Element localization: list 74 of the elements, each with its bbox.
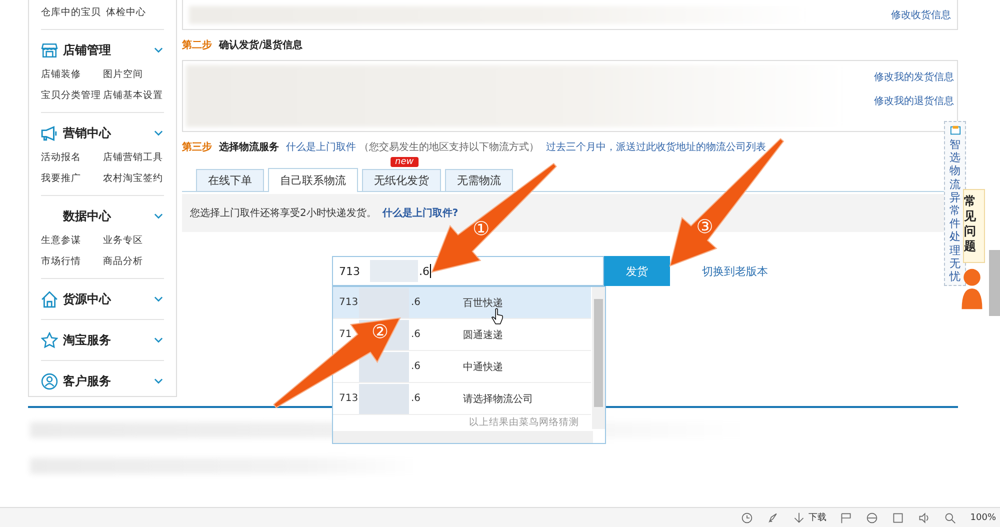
section-title[interactable]: 数据中心 [63, 208, 154, 224]
chevron-down-icon[interactable] [154, 213, 163, 219]
promo-text[interactable]: 智选物流异常件处理无忧 [950, 138, 960, 284]
step-number: ② [370, 320, 390, 346]
suggestion-item[interactable]: 713 .6 百世快递 [333, 287, 591, 319]
switch-version-link[interactable]: 切换到老版本 [702, 264, 768, 278]
edit-link[interactable]: 修改我的发货信息 [874, 70, 954, 84]
flag-icon[interactable] [840, 512, 852, 524]
help-link[interactable]: 什么是上门取件 [286, 140, 356, 154]
blurred-region [359, 352, 409, 382]
chevron-down-icon[interactable] [154, 296, 163, 302]
sidebar-link[interactable]: 店铺装修 [41, 68, 103, 81]
chevron-down-icon[interactable] [154, 378, 163, 384]
sidebar-link[interactable]: 图片空间 [103, 68, 164, 81]
sidebar-link[interactable]: 生意参谋 [41, 234, 103, 247]
chevron-down-icon[interactable] [154, 47, 163, 53]
step-number: ① [472, 217, 491, 242]
new-badge: new [390, 157, 419, 167]
history-link[interactable]: 过去三个月中，派送过此收货地址的物流公司列表 [546, 140, 766, 154]
step-label: 第三步 [182, 140, 212, 154]
download-label[interactable]: 下载 [808, 511, 826, 524]
section-title[interactable]: 客户服务 [63, 372, 154, 390]
info-text: 您选择上门取件还将享受2小时快递发货。 [190, 206, 376, 220]
tab[interactable]: 在线下单 [196, 169, 264, 191]
tab[interactable]: 自己联系物流 [268, 168, 358, 192]
sidebar-link[interactable]: 宝贝分类管理 [41, 89, 103, 102]
store-icon [41, 42, 58, 58]
blurred-region [359, 288, 409, 318]
message-icon [950, 125, 960, 136]
suggestion-item[interactable]: 713 .6 请选择物流公司 [333, 383, 591, 415]
blurred-region [359, 384, 409, 414]
step-title: 确认发货/退货信息 [219, 38, 303, 52]
help-link[interactable]: 什么是上门取件? [382, 206, 458, 220]
megaphone-icon [41, 124, 58, 142]
edit-link[interactable]: 修改我的退货信息 [874, 94, 954, 108]
note-text: （您交易发生的地区支持以下物流方式） [359, 140, 539, 154]
window-icon[interactable] [892, 512, 904, 524]
edit-link[interactable]: 修改收货信息 [891, 8, 951, 22]
sidebar-link[interactable]: 业务专区 [103, 234, 164, 247]
step-title: 选择物流服务 [219, 140, 279, 154]
scrollbar[interactable] [592, 287, 605, 429]
section-title[interactable]: 货源中心 [63, 290, 154, 308]
section-title[interactable]: 店铺管理 [63, 42, 154, 58]
speaker-icon[interactable] [918, 512, 930, 524]
sidebar-link[interactable]: 体检中心 [106, 6, 146, 19]
sidebar-link[interactable]: 市场行情 [41, 255, 103, 268]
section-title[interactable]: 淘宝服务 [63, 332, 154, 348]
tab[interactable]: 无纸化发货 [362, 169, 441, 191]
download-icon[interactable] [793, 512, 806, 524]
sidebar-link[interactable]: 仓库中的宝贝 [41, 6, 101, 19]
sidebar-link[interactable]: 活动报名 [41, 151, 103, 164]
user-icon [41, 372, 58, 390]
tracking-number-field[interactable]: 713 .6 [332, 256, 604, 286]
house-icon [41, 290, 58, 308]
hand-cursor-icon [491, 308, 504, 325]
sidebar-link[interactable]: 商品分析 [103, 255, 164, 268]
zoom-icon[interactable] [944, 512, 956, 524]
history-icon[interactable] [741, 512, 754, 524]
tab[interactable]: 无需物流 [445, 169, 513, 191]
scrollbar[interactable] [989, 250, 1000, 316]
sidebar-link[interactable]: 店铺基本设置 [103, 89, 164, 102]
zoom-level[interactable]: 100% [970, 512, 996, 523]
suggestion-note: 以上结果由菜鸟网络猜测 [468, 416, 580, 429]
star-icon [41, 332, 58, 348]
chevron-down-icon[interactable] [154, 130, 163, 136]
faq-tab[interactable]: 常见问题 [963, 189, 985, 263]
step-number: ③ [695, 214, 714, 240]
sidebar-link[interactable]: 我要推广 [41, 172, 103, 185]
scrollbar[interactable] [333, 431, 593, 443]
sidebar-link[interactable]: 店铺营销工具 [103, 151, 164, 164]
sidebar-link[interactable]: 农村淘宝签约 [103, 172, 164, 185]
chevron-down-icon[interactable] [154, 337, 163, 343]
step-label: 第二步 [182, 38, 212, 52]
section-title[interactable]: 营销中心 [63, 124, 154, 142]
